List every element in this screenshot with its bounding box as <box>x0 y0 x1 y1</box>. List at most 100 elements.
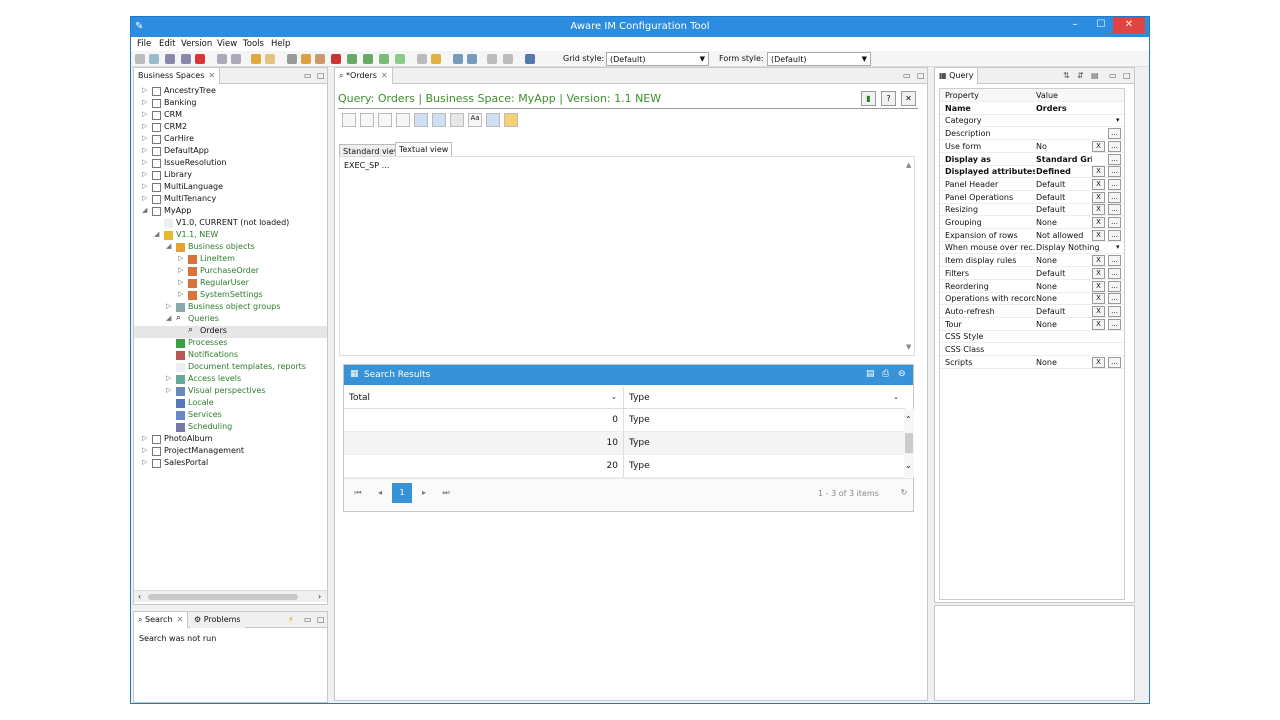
tree-item[interactable]: ▷ SystemSettings <box>134 290 327 302</box>
property-row[interactable]: Name Orders <box>940 102 1124 115</box>
expand-toggle-icon[interactable]: ▷ <box>142 146 147 154</box>
tool-icon-7[interactable] <box>379 54 389 64</box>
tree-item[interactable]: ▷ PhotoAlbum <box>134 434 327 446</box>
tree-item[interactable]: ◢ Business objects <box>134 242 327 254</box>
expand-toggle-icon[interactable]: ◢ <box>166 314 171 322</box>
filter-icon[interactable]: ⇵ <box>1077 71 1084 80</box>
paste-icon[interactable] <box>231 54 241 64</box>
tool-icon-1[interactable] <box>287 54 297 64</box>
tree-item[interactable]: ▷ DefaultApp <box>134 146 327 158</box>
edit-button[interactable]: ... <box>1108 128 1121 140</box>
tree-item[interactable]: ▷ MultiLanguage <box>134 182 327 194</box>
edit-button[interactable]: ... <box>1108 178 1121 190</box>
expand-toggle-icon[interactable]: ▷ <box>142 194 147 202</box>
expand-toggle-icon[interactable]: ▷ <box>178 266 183 274</box>
tree-item[interactable]: ◢ V1.1, NEW <box>134 230 327 242</box>
edit-icon[interactable] <box>149 54 159 64</box>
tree-item[interactable]: ▷ LineItem <box>134 254 327 266</box>
copy-icon[interactable] <box>217 54 227 64</box>
page-number-button[interactable]: 1 <box>392 483 412 503</box>
tool-icon-4[interactable] <box>331 54 341 64</box>
maximize-icon[interactable]: □ <box>317 71 325 80</box>
property-row[interactable]: CSS Class <box>940 343 1124 356</box>
clear-button[interactable]: X <box>1092 280 1105 292</box>
refresh-icon[interactable]: ⚡ <box>288 615 294 624</box>
prev-page-icon[interactable]: ◂ <box>370 483 390 503</box>
close-icon[interactable]: ✕ <box>381 71 388 80</box>
tool-icon-2[interactable] <box>301 54 311 64</box>
query-text-area[interactable]: EXEC_SP ... ▲ ▼ <box>339 156 915 356</box>
property-row[interactable]: Grouping None X... <box>940 216 1124 229</box>
chevron-down-icon[interactable]: ▾ <box>1116 243 1120 251</box>
menu-view[interactable]: View <box>217 39 237 49</box>
close-icon[interactable]: ✕ <box>177 615 184 624</box>
tree-item[interactable]: Services <box>134 410 327 422</box>
clear-button[interactable]: X <box>1092 305 1105 317</box>
tab-business-spaces[interactable]: Business Spaces ✕ <box>134 68 221 84</box>
property-row[interactable]: Displayed attributes Defined X... <box>940 165 1124 179</box>
edit-button[interactable]: ... <box>1108 255 1121 267</box>
edit-button[interactable]: ... <box>1108 204 1121 216</box>
clear-button[interactable]: X <box>1092 318 1105 330</box>
expand-toggle-icon[interactable]: ▷ <box>142 182 147 190</box>
property-row[interactable]: Scripts None X... <box>940 356 1124 369</box>
refresh-icon[interactable]: ↻ <box>894 483 914 503</box>
view-menu-icon[interactable]: ▤ <box>1091 71 1099 80</box>
property-row[interactable]: Operations with records None X... <box>940 292 1124 306</box>
tree-item[interactable]: ▷ CarHire <box>134 134 327 146</box>
tree-item[interactable]: ◢ ⌕ Queries <box>134 313 327 326</box>
refresh-query-icon[interactable] <box>504 113 518 127</box>
minimize-button[interactable]: – <box>1063 17 1087 33</box>
last-page-icon[interactable]: ⏭ <box>436 483 456 503</box>
minimize-icon[interactable]: ▭ <box>304 71 312 80</box>
close-icon[interactable]: ✕ <box>208 71 215 80</box>
edit-button[interactable]: ... <box>1108 356 1121 368</box>
print-icon[interactable]: ⎙ <box>882 369 889 379</box>
close-editor-button[interactable]: ✕ <box>901 91 916 106</box>
edit-button[interactable]: ... <box>1108 191 1121 203</box>
scroll-left-icon[interactable]: ‹ <box>138 592 141 601</box>
clear-button[interactable]: X <box>1092 140 1105 152</box>
tool-icon-12[interactable] <box>487 54 497 64</box>
scroll-up-icon[interactable]: ▲ <box>906 161 911 169</box>
tool-icon-9[interactable] <box>417 54 427 64</box>
maximize-icon[interactable]: □ <box>1123 71 1131 80</box>
tab-query[interactable]: ▦ Query <box>935 68 979 84</box>
sort-icon[interactable]: ⇅ <box>1063 71 1070 80</box>
edit-button[interactable]: ... <box>1108 153 1121 165</box>
collapse-icon[interactable]: ⊖ <box>898 369 906 379</box>
clear-button[interactable]: X <box>1092 293 1105 305</box>
tree-item[interactable]: ▷ ProjectManagement <box>134 446 327 458</box>
minimize-icon[interactable]: ▭ <box>1109 71 1117 80</box>
clear-button[interactable]: X <box>1092 356 1105 368</box>
next-page-icon[interactable]: ▸ <box>414 483 434 503</box>
property-row[interactable]: CSS Style <box>940 330 1124 344</box>
property-row[interactable]: When mouse over rec... Display Nothing ▾ <box>940 241 1124 255</box>
expand-toggle-icon[interactable]: ▷ <box>142 122 147 130</box>
property-row[interactable]: Panel Operations Default X... <box>940 191 1124 204</box>
move-down-icon[interactable] <box>378 113 392 127</box>
view-icon-4[interactable] <box>486 113 500 127</box>
clear-button[interactable]: X <box>1092 229 1105 241</box>
expand-toggle-icon[interactable]: ▷ <box>166 374 171 382</box>
clear-button[interactable]: X <box>1092 267 1105 279</box>
tree-item[interactable]: ▷ PurchaseOrder <box>134 266 327 278</box>
clear-button[interactable]: X <box>1092 204 1105 216</box>
tab-search[interactable]: ⌕ Search ✕ <box>134 612 189 628</box>
expand-toggle-icon[interactable]: ▷ <box>142 158 147 166</box>
expand-toggle-icon[interactable]: ▷ <box>142 458 147 466</box>
scroll-right-icon[interactable]: › <box>318 592 321 601</box>
expand-toggle-icon[interactable]: ▷ <box>178 290 183 298</box>
expand-toggle-icon[interactable]: ◢ <box>142 206 147 214</box>
vertical-scrollbar[interactable]: ⌃ ⌄ <box>904 409 914 477</box>
redo-icon[interactable] <box>265 54 275 64</box>
expand-toggle-icon[interactable]: ▷ <box>142 170 147 178</box>
expand-toggle-icon[interactable]: ▷ <box>142 434 147 442</box>
tree-item[interactable]: ▷ RegularUser <box>134 278 327 290</box>
save-icon[interactable] <box>165 54 175 64</box>
expand-toggle-icon[interactable]: ▷ <box>142 110 147 118</box>
chevron-down-icon[interactable]: ⌄ <box>893 393 899 401</box>
edit-button[interactable]: ... <box>1108 166 1121 178</box>
grid-style-select[interactable]: (Default) ▼ <box>606 52 709 66</box>
tree-item[interactable]: Processes <box>134 338 327 350</box>
